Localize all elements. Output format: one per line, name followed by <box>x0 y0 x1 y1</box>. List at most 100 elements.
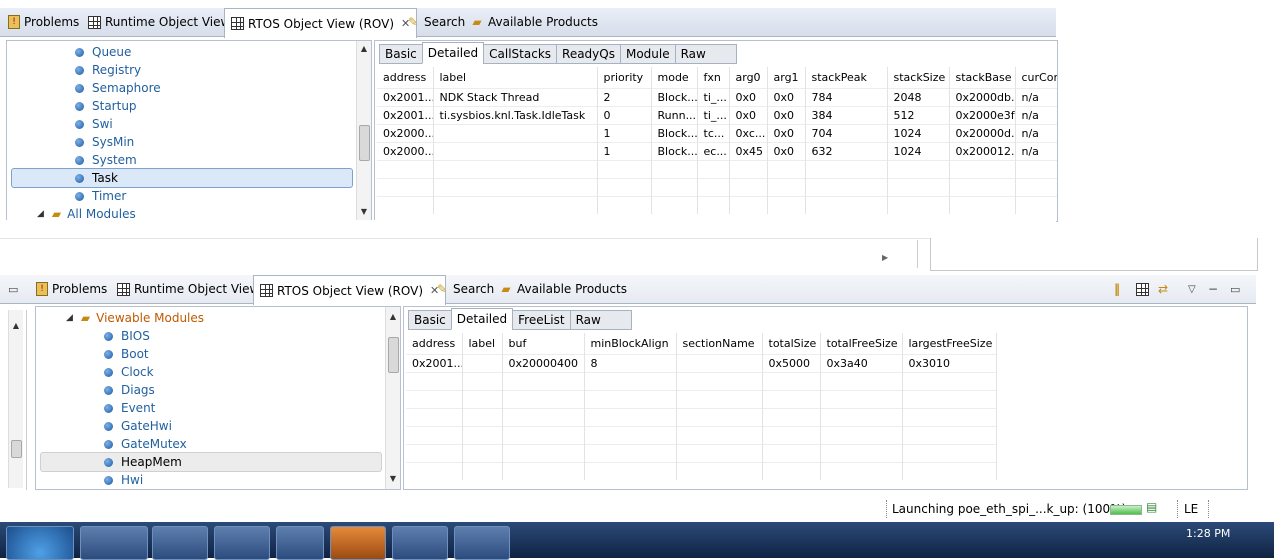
column-header[interactable]: fxn <box>697 67 730 89</box>
bottom-tab-problems[interactable]: ! Problems <box>30 275 113 303</box>
top-tab-available-products[interactable]: ▰ Available Products <box>464 8 604 36</box>
tree-item-clock[interactable]: Clock <box>36 363 400 381</box>
tree-item-timer[interactable]: Timer <box>7 187 371 205</box>
tree-item-queue[interactable]: Queue <box>7 43 371 61</box>
column-header[interactable]: address <box>406 333 463 355</box>
column-header[interactable]: priority <box>597 67 652 89</box>
subtab-basic[interactable]: Basic <box>408 310 452 330</box>
taskbar-app-browser[interactable] <box>276 526 324 560</box>
tree-item-hwi[interactable]: Hwi <box>36 471 400 489</box>
column-header[interactable]: stackPeak <box>805 67 888 89</box>
top-tab-rtos-object-view[interactable]: RTOS Object View (ROV) ✕ <box>224 8 418 38</box>
taskbar-app-explorer[interactable] <box>152 526 208 560</box>
column-header[interactable]: label <box>433 67 598 89</box>
scroll-thumb[interactable] <box>388 337 399 373</box>
tree-item-registry[interactable]: Registry <box>7 61 371 79</box>
module-icon <box>104 349 113 359</box>
taskbar-app-ccs[interactable] <box>214 526 270 560</box>
tree-item-gatehwi[interactable]: GateHwi <box>36 417 400 435</box>
taskbar-app-media[interactable] <box>330 526 386 560</box>
top-tab-search[interactable]: ✎ Search <box>400 8 471 36</box>
top-tree-scrollbar[interactable]: ▲ ▼ <box>356 41 371 221</box>
column-header[interactable]: buf <box>502 333 585 355</box>
maximize-icon[interactable]: ▭ <box>1224 275 1246 303</box>
start-button[interactable] <box>6 526 74 560</box>
top-tab-problems[interactable]: ! Problems <box>2 8 85 36</box>
tree-item-viewable-modules[interactable]: ◢ ▰ Viewable Modules <box>36 309 400 327</box>
taskbar-app-word[interactable] <box>80 526 148 560</box>
folder-icon: ▰ <box>51 207 62 221</box>
toolbar-refresh-icon[interactable]: ⇄ <box>1152 275 1174 303</box>
tree-item-sysmin[interactable]: SysMin <box>7 133 371 151</box>
top-tab-runtime-object-view[interactable]: Runtime Object View <box>82 8 236 36</box>
tree-item-event[interactable]: Event <box>36 399 400 417</box>
view-menu-icon[interactable]: ▽ <box>1182 275 1202 303</box>
subtab-raw[interactable]: Raw <box>569 310 632 330</box>
left-sliver-scrollbar[interactable]: ▲ <box>8 310 23 488</box>
tree-item-startup[interactable]: Startup <box>7 97 371 115</box>
column-header[interactable]: largestFreeSize <box>902 333 997 355</box>
scroll-down-icon[interactable]: ▼ <box>386 473 400 485</box>
tree-item-bios[interactable]: BIOS <box>36 327 400 345</box>
bottom-tab-available-products[interactable]: ▰ Available Products <box>493 275 633 303</box>
bottom-minimize-left-icon[interactable]: ▭ <box>2 275 24 303</box>
column-header[interactable]: mode <box>651 67 698 89</box>
progress-view-icon[interactable]: ▤ <box>1146 500 1157 514</box>
column-header[interactable]: address <box>377 67 434 89</box>
column-header[interactable]: totalSize <box>762 333 821 355</box>
tree-item-semaphore[interactable]: Semaphore <box>7 79 371 97</box>
scroll-up-icon[interactable]: ▲ <box>9 320 23 332</box>
table-row[interactable]: 0x2000... 1 Block... ec... 0x45 0x0 632 1024 0x2… <box>377 142 1057 161</box>
subtab-detailed[interactable]: Detailed <box>421 42 485 64</box>
column-header[interactable]: curCore <box>1015 67 1057 89</box>
tree-item-heapmem[interactable]: HeapMem <box>40 452 382 472</box>
table-cell: 0x0 <box>729 88 768 107</box>
taskbar-app-tool[interactable] <box>392 526 448 560</box>
expand-arrow-icon[interactable]: ◢ <box>37 209 44 219</box>
column-header[interactable]: minBlockAlign <box>584 333 677 355</box>
table-cell: 0x0 <box>767 88 806 107</box>
tree-item-label: Clock <box>121 365 154 379</box>
bottom-tab-rtos-object-view[interactable]: RTOS Object View (ROV) ✕ <box>253 275 447 305</box>
column-header[interactable]: sectionName <box>676 333 763 355</box>
bottom-tab-search[interactable]: ✎ Search <box>429 275 500 303</box>
table-row[interactable]: 0x2001... 0x20000400 8 0x5000 0x3a40 0x3010 <box>406 354 997 373</box>
minimize-icon[interactable]: − <box>1202 275 1224 303</box>
taskbar-app-other[interactable] <box>454 526 510 560</box>
subtab-basic[interactable]: Basic <box>379 44 423 64</box>
table-row[interactable]: 0x2000... 1 Block... tc... 0xc... 0x0 704 1024 0… <box>377 124 1057 143</box>
expand-arrow-icon[interactable]: ◢ <box>66 313 73 323</box>
tree-item-task[interactable]: Task <box>11 168 353 188</box>
table-row[interactable]: 0x2001... NDK Stack Thread 2 Block... ti_...… <box>377 88 1057 107</box>
subtab-module[interactable]: Module <box>619 44 676 64</box>
toolbar-pause-icon[interactable]: ‖ <box>1108 275 1126 303</box>
bottom-tree-scrollbar[interactable]: ▲ ▼ <box>385 307 400 489</box>
subtab-detailed[interactable]: Detailed <box>450 308 514 330</box>
column-header[interactable]: stackBase <box>949 67 1016 89</box>
scroll-thumb[interactable] <box>11 440 22 458</box>
table-cell <box>433 142 598 161</box>
scroll-down-icon[interactable]: ▼ <box>357 206 371 218</box>
table-row[interactable]: 0x2001... ti.sysbios.knl.Task.IdleTask 0 Ru… <box>377 106 1057 125</box>
status-divider <box>886 500 888 518</box>
column-header[interactable]: stackSize <box>887 67 950 89</box>
column-header[interactable]: totalFreeSize <box>820 333 903 355</box>
tree-item-gatemutex[interactable]: GateMutex <box>36 435 400 453</box>
subtab-callstacks[interactable]: CallStacks <box>483 44 558 64</box>
scroll-up-icon[interactable]: ▲ <box>386 311 400 323</box>
tree-item-system[interactable]: System <box>7 151 371 169</box>
subtab-freelist[interactable]: FreeList <box>512 310 571 330</box>
tree-item-label: Swi <box>92 117 113 131</box>
column-header[interactable]: arg1 <box>767 67 806 89</box>
subtab-raw[interactable]: Raw <box>674 44 737 64</box>
subtab-readyqs[interactable]: ReadyQs <box>556 44 621 64</box>
tree-item-boot[interactable]: Boot <box>36 345 400 363</box>
taskbar-clock[interactable]: 1:28 PM <box>1186 527 1230 540</box>
scroll-up-icon[interactable]: ▲ <box>357 43 371 55</box>
column-header[interactable]: label <box>462 333 503 355</box>
bottom-tab-runtime-object-view[interactable]: Runtime Object View <box>111 275 265 303</box>
column-header[interactable]: arg0 <box>729 67 768 89</box>
tree-item-diags[interactable]: Diags <box>36 381 400 399</box>
tree-item-swi[interactable]: Swi <box>7 115 371 133</box>
scroll-thumb[interactable] <box>359 125 370 161</box>
